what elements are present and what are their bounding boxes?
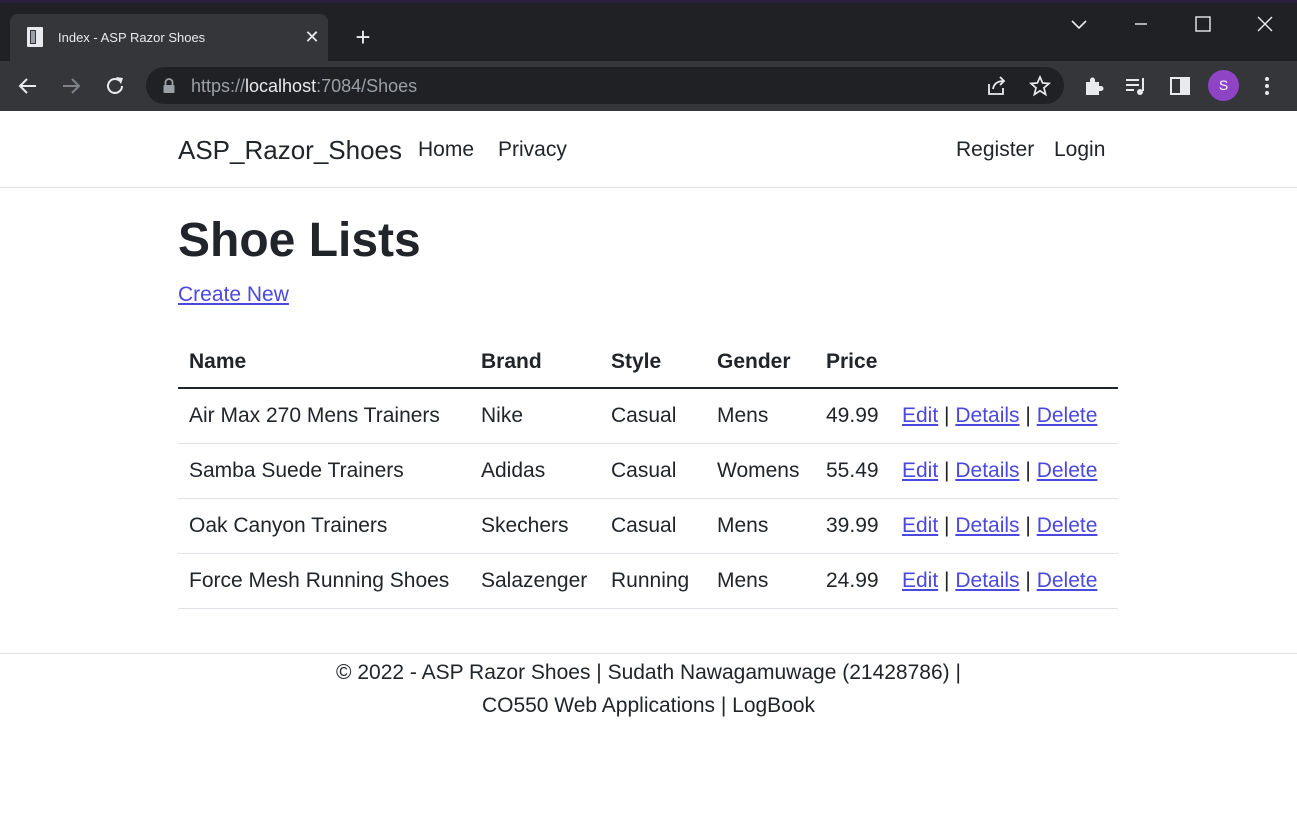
site-navbar: ASP_Razor_Shoes Home Privacy Register Lo… [0, 111, 1297, 188]
edit-link[interactable]: Edit [902, 404, 938, 427]
cell-style: Running [600, 553, 706, 609]
details-link[interactable]: Details [955, 459, 1019, 482]
profile-avatar[interactable]: S [1208, 70, 1239, 101]
create-new-link[interactable]: Create New [178, 283, 289, 307]
table-row: Oak Canyon Trainers Skechers Casual Mens… [178, 498, 1118, 554]
cell-actions: Edit | Details | Delete [891, 553, 1118, 609]
cell-style: Casual [600, 388, 706, 444]
nav-link-register[interactable]: Register [956, 138, 1034, 162]
nav-link-home[interactable]: Home [418, 138, 474, 162]
column-header-style: Style [600, 336, 706, 389]
tab-close-icon[interactable]: ✕ [302, 27, 322, 47]
details-link[interactable]: Details [955, 514, 1019, 537]
edit-link[interactable]: Edit [902, 459, 938, 482]
details-link[interactable]: Details [955, 569, 1019, 592]
extensions-icon[interactable] [1081, 73, 1107, 99]
cell-style: Casual [600, 443, 706, 499]
address-bar[interactable]: https://localhost:7084/Shoes [146, 67, 1064, 104]
separator: | [944, 568, 950, 592]
table-row: Air Max 270 Mens Trainers Nike Casual Me… [178, 388, 1118, 444]
edit-link[interactable]: Edit [902, 569, 938, 592]
reload-icon[interactable] [102, 73, 128, 99]
column-header-brand: Brand [470, 336, 600, 389]
cell-name: Oak Canyon Trainers [178, 498, 470, 554]
delete-link[interactable]: Delete [1037, 569, 1098, 592]
column-header-name: Name [178, 336, 470, 389]
brand-link[interactable]: ASP_Razor_Shoes [178, 135, 402, 166]
bookmark-star-icon[interactable] [1028, 74, 1052, 98]
header-row: Name Brand Style Gender Price [178, 336, 1118, 389]
nav-link-login[interactable]: Login [1054, 138, 1105, 162]
cell-actions: Edit | Details | Delete [891, 388, 1118, 444]
cell-style: Casual [600, 498, 706, 554]
cell-brand: Adidas [470, 443, 600, 499]
media-playlist-icon[interactable] [1123, 73, 1149, 99]
cell-brand: Skechers [470, 498, 600, 554]
cell-price: 55.49 [815, 443, 891, 499]
site-footer: © 2022 - ASP Razor Shoes | Sudath Nawaga… [0, 653, 1297, 722]
cell-price: 49.99 [815, 388, 891, 444]
cell-gender: Mens [706, 553, 815, 609]
forward-icon[interactable] [58, 73, 84, 99]
delete-link[interactable]: Delete [1037, 514, 1098, 537]
cell-gender: Mens [706, 498, 815, 554]
separator: | [944, 458, 950, 482]
column-header-gender: Gender [706, 336, 815, 389]
url-text[interactable]: https://localhost:7084/Shoes [191, 76, 417, 97]
separator: | [944, 513, 950, 537]
delete-link[interactable]: Delete [1037, 459, 1098, 482]
side-panel-icon[interactable] [1167, 73, 1193, 99]
url-host: localhost [245, 76, 317, 96]
url-scheme: https:// [191, 76, 246, 96]
table-row: Samba Suede Trainers Adidas Casual Women… [178, 443, 1118, 499]
separator: | [1025, 568, 1031, 592]
url-path: :7084/Shoes [316, 76, 418, 96]
cell-price: 24.99 [815, 553, 891, 609]
close-window-icon[interactable] [1251, 10, 1279, 38]
separator: | [1025, 403, 1031, 427]
more-menu-icon[interactable] [1254, 73, 1280, 99]
delete-link[interactable]: Delete [1037, 404, 1098, 427]
minimize-icon[interactable] [1127, 10, 1155, 38]
browser-toolbar: https://localhost:7084/Shoes S [0, 61, 1297, 111]
table-row: Force Mesh Running Shoes Salazenger Runn… [178, 553, 1118, 609]
browser-tab[interactable]: Index - ASP Razor Shoes ✕ [10, 14, 328, 61]
cell-price: 39.99 [815, 498, 891, 554]
cell-actions: Edit | Details | Delete [891, 443, 1118, 499]
cell-brand: Salazenger [470, 553, 600, 609]
footer-line-1: © 2022 - ASP Razor Shoes | Sudath Nawaga… [336, 661, 961, 684]
cell-name: Samba Suede Trainers [178, 443, 470, 499]
edit-link[interactable]: Edit [902, 514, 938, 537]
column-header-price: Price [815, 336, 891, 389]
lock-icon[interactable] [162, 78, 176, 94]
page-icon [27, 27, 43, 47]
back-icon[interactable] [15, 73, 41, 99]
share-icon[interactable] [985, 74, 1009, 98]
shoes-table: Name Brand Style Gender Price Air Max 27… [178, 336, 1118, 609]
window-top-border [0, 0, 1297, 3]
tab-search-icon[interactable] [1065, 10, 1093, 38]
maximize-icon[interactable] [1189, 10, 1217, 38]
nav-link-privacy[interactable]: Privacy [498, 138, 567, 162]
cell-name: Air Max 270 Mens Trainers [178, 388, 470, 444]
cell-gender: Mens [706, 388, 815, 444]
column-header-actions [891, 336, 1118, 389]
cell-name: Force Mesh Running Shoes [178, 553, 470, 609]
tab-title: Index - ASP Razor Shoes [58, 30, 206, 45]
cell-brand: Nike [470, 388, 600, 444]
separator: | [944, 403, 950, 427]
separator: | [1025, 458, 1031, 482]
browser-window: Index - ASP Razor Shoes ✕ + https://loca… [0, 0, 1297, 111]
footer-line-2: CO550 Web Applications | LogBook [481, 694, 816, 717]
details-link[interactable]: Details [955, 404, 1019, 427]
cell-gender: Womens [706, 443, 815, 499]
page-title: Shoe Lists [178, 214, 421, 267]
table-header: Name Brand Style Gender Price [178, 336, 1118, 389]
cell-actions: Edit | Details | Delete [891, 498, 1118, 554]
separator: | [1025, 513, 1031, 537]
new-tab-icon[interactable]: + [350, 24, 376, 51]
